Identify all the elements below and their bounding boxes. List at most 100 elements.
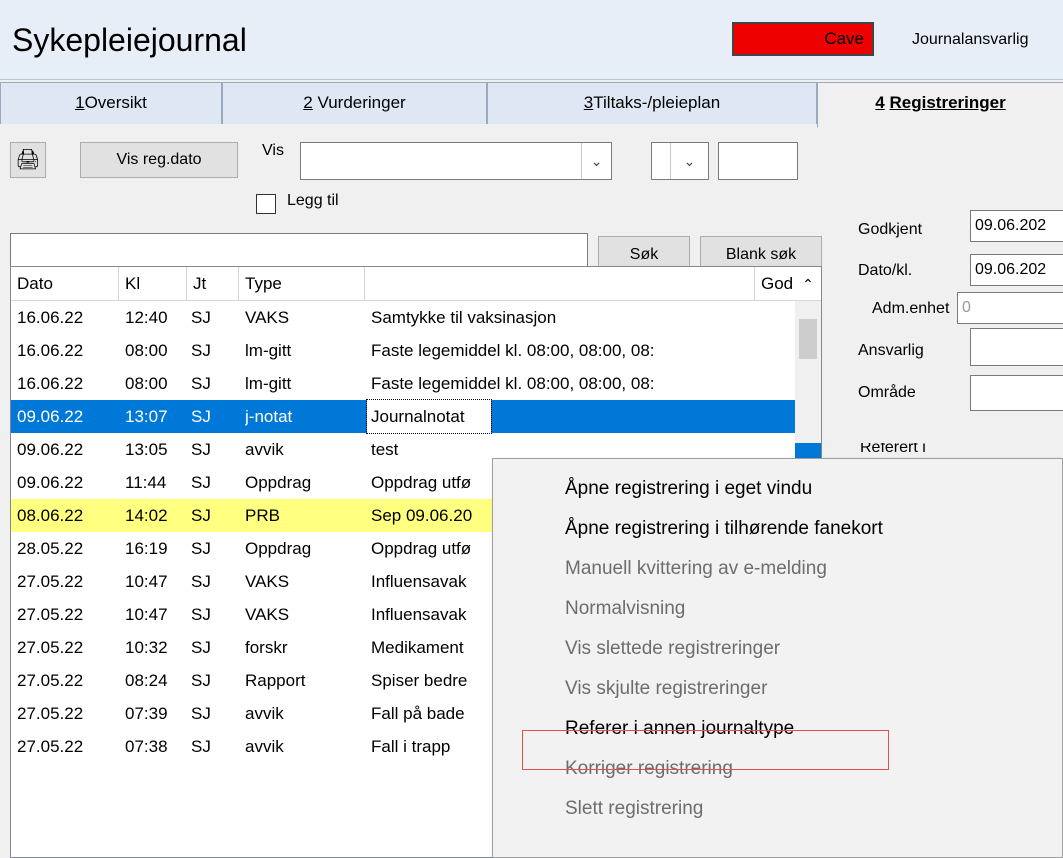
ansvarlig-field[interactable] <box>970 328 1063 366</box>
cell-type: lm-gitt <box>245 341 292 360</box>
secondary-select[interactable]: ⌄ <box>651 142 709 180</box>
col-godkjent[interactable]: God <box>755 267 795 301</box>
cell-kl: 08:00 <box>125 374 168 393</box>
godkjent-label: Godkjent <box>858 221 923 238</box>
cell-type: avvik <box>245 737 284 756</box>
cell-dato: 27.05.22 <box>17 638 84 657</box>
cell-type: lm-gitt <box>245 374 292 393</box>
menu-item[interactable]: Vis slettede registreringer <box>493 629 1062 669</box>
print-button[interactable]: 🖨 <box>10 142 46 178</box>
journalansvarlig-label: Journalansvarlig <box>912 31 1029 48</box>
cell-dato: 28.05.22 <box>17 539 84 558</box>
cell-jt: SJ <box>191 638 211 657</box>
tab-vurderinger[interactable]: 2 Vurderinger <box>222 82 487 124</box>
menu-item[interactable]: Slett registrering <box>493 789 1062 829</box>
cell-jt: SJ <box>191 506 211 525</box>
vis-select[interactable]: ⌄ <box>300 142 612 180</box>
cell-dato: 27.05.22 <box>17 704 84 723</box>
cell-jt: SJ <box>191 341 211 360</box>
referert-label-text: Referert i <box>860 443 926 453</box>
vis-label: Vis <box>262 142 284 159</box>
cell-jt: SJ <box>191 737 211 756</box>
tab-registreringer-label: Registreringer <box>889 93 1006 112</box>
cell-type: j-notat <box>245 407 293 426</box>
cell-dato: 16.06.22 <box>17 308 84 327</box>
cell-dato: 09.06.22 <box>17 440 84 459</box>
cell-jt: SJ <box>191 440 211 459</box>
col-text[interactable] <box>365 267 755 301</box>
col-kl[interactable]: Kl <box>119 267 187 301</box>
tab-tiltaksplan-label: Tiltaks-/pleieplan <box>593 93 721 112</box>
cell-jt: SJ <box>191 539 211 558</box>
cell-type: PRB <box>245 506 280 525</box>
tab-oversikt[interactable]: 1Oversikt <box>0 82 222 124</box>
cell-kl: 07:38 <box>125 737 168 756</box>
cell-kl: 14:02 <box>125 506 168 525</box>
scroll-up-icon[interactable]: ⌃ <box>795 267 821 301</box>
menu-item[interactable]: Vis skjulte registreringer <box>493 669 1062 709</box>
cell-kl: 13:05 <box>125 440 168 459</box>
adm-enhet-label: Adm.enhet <box>872 300 950 317</box>
cell-type: VAKS <box>245 572 290 591</box>
cell-type: forskr <box>245 638 288 657</box>
cell-type: avvik <box>245 440 284 459</box>
cell-type: Oppdrag <box>245 473 312 492</box>
cell-kl: 08:24 <box>125 671 168 690</box>
cell-kl: 10:32 <box>125 638 168 657</box>
table-row[interactable]: 09.06.22 13:07 SJ j-notat Journalnotat <box>11 399 795 434</box>
ansvarlig-label: Ansvarlig <box>858 342 924 359</box>
cell-kl: 11:44 <box>125 473 167 492</box>
cell-kl: 10:47 <box>125 605 168 624</box>
cell-dato: 16.06.22 <box>17 374 84 393</box>
cave-button[interactable]: Cave <box>732 22 874 56</box>
window-title: Sykepleiejournal <box>12 22 247 58</box>
table-row[interactable]: 16.06.22 08:00 SJ lm-gitt Faste legemiddel k… <box>11 367 795 400</box>
cell-kl: 07:39 <box>125 704 168 723</box>
cell-jt: SJ <box>191 704 211 723</box>
table-row[interactable]: 16.06.22 12:40 SJ VAKS Samtykke til vaksinas… <box>11 301 795 334</box>
vis-reg-dato-button[interactable]: Vis reg.dato <box>80 142 238 178</box>
cell-kl: 12:40 <box>125 308 168 327</box>
tab-registreringer[interactable]: 4 Registreringer <box>817 82 1063 128</box>
cell-kl: 08:00 <box>125 341 168 360</box>
cell-dato: 09.06.22 <box>17 473 84 492</box>
omrade-field[interactable] <box>970 375 1063 411</box>
dato-kl-field[interactable]: 09.06.202 <box>970 254 1063 286</box>
cell-jt: SJ <box>191 308 211 327</box>
context-menu: Åpne registrering i eget vindu Åpne regis… <box>492 458 1063 858</box>
col-dato[interactable]: Dato <box>11 267 119 301</box>
cell-dato: 08.06.22 <box>17 506 84 525</box>
cell-jt: SJ <box>191 374 211 393</box>
menu-item[interactable]: Normalvisning <box>493 589 1062 629</box>
cell-dato: 16.06.22 <box>17 341 84 360</box>
menu-item[interactable]: Åpne registrering i eget vindu <box>493 469 1062 509</box>
cell-type: VAKS <box>245 308 290 327</box>
godkjent-field[interactable]: 09.06.202 <box>970 210 1063 242</box>
chevron-down-icon[interactable]: ⌄ <box>581 143 611 179</box>
tab-oversikt-label: Oversikt <box>84 93 147 112</box>
cell-kl: 13:07 <box>125 407 168 426</box>
col-jt[interactable]: Jt <box>187 267 239 301</box>
cell-type: VAKS <box>245 605 290 624</box>
secondary-input[interactable] <box>718 142 798 180</box>
adm-enhet-field[interactable]: 0 <box>957 292 1063 324</box>
chevron-down-icon[interactable]: ⌄ <box>670 143 708 179</box>
tab-vurderinger-label: Vurderinger <box>317 93 406 112</box>
scrollbar-thumb[interactable] <box>799 319 817 359</box>
table-row[interactable]: 16.06.22 08:00 SJ lm-gitt Faste legemiddel k… <box>11 334 795 367</box>
cell-jt: SJ <box>191 473 211 492</box>
col-type[interactable]: Type <box>239 267 365 301</box>
menu-item[interactable]: Åpne registrering i tilhørende fanekort <box>493 509 1062 549</box>
menu-item[interactable]: Manuell kvittering av e-melding <box>493 549 1062 589</box>
omrade-label: Område <box>858 384 916 401</box>
cell-dato: 09.06.22 <box>17 407 84 426</box>
printer-icon: 🖨 <box>15 149 41 171</box>
cell-jt: SJ <box>191 605 211 624</box>
tab-vurderinger-number: 2 <box>303 93 313 112</box>
tab-registreringer-number: 4 <box>875 93 885 112</box>
tab-tiltaksplan[interactable]: 3Tiltaks-/pleieplan <box>487 82 817 124</box>
table-header: Dato Kl Jt Type God ⌃ <box>11 267 821 301</box>
menu-highlight-box <box>522 730 889 770</box>
tab-tiltaksplan-number: 3 <box>583 93 594 112</box>
legg-til-checkbox[interactable] <box>256 194 276 214</box>
